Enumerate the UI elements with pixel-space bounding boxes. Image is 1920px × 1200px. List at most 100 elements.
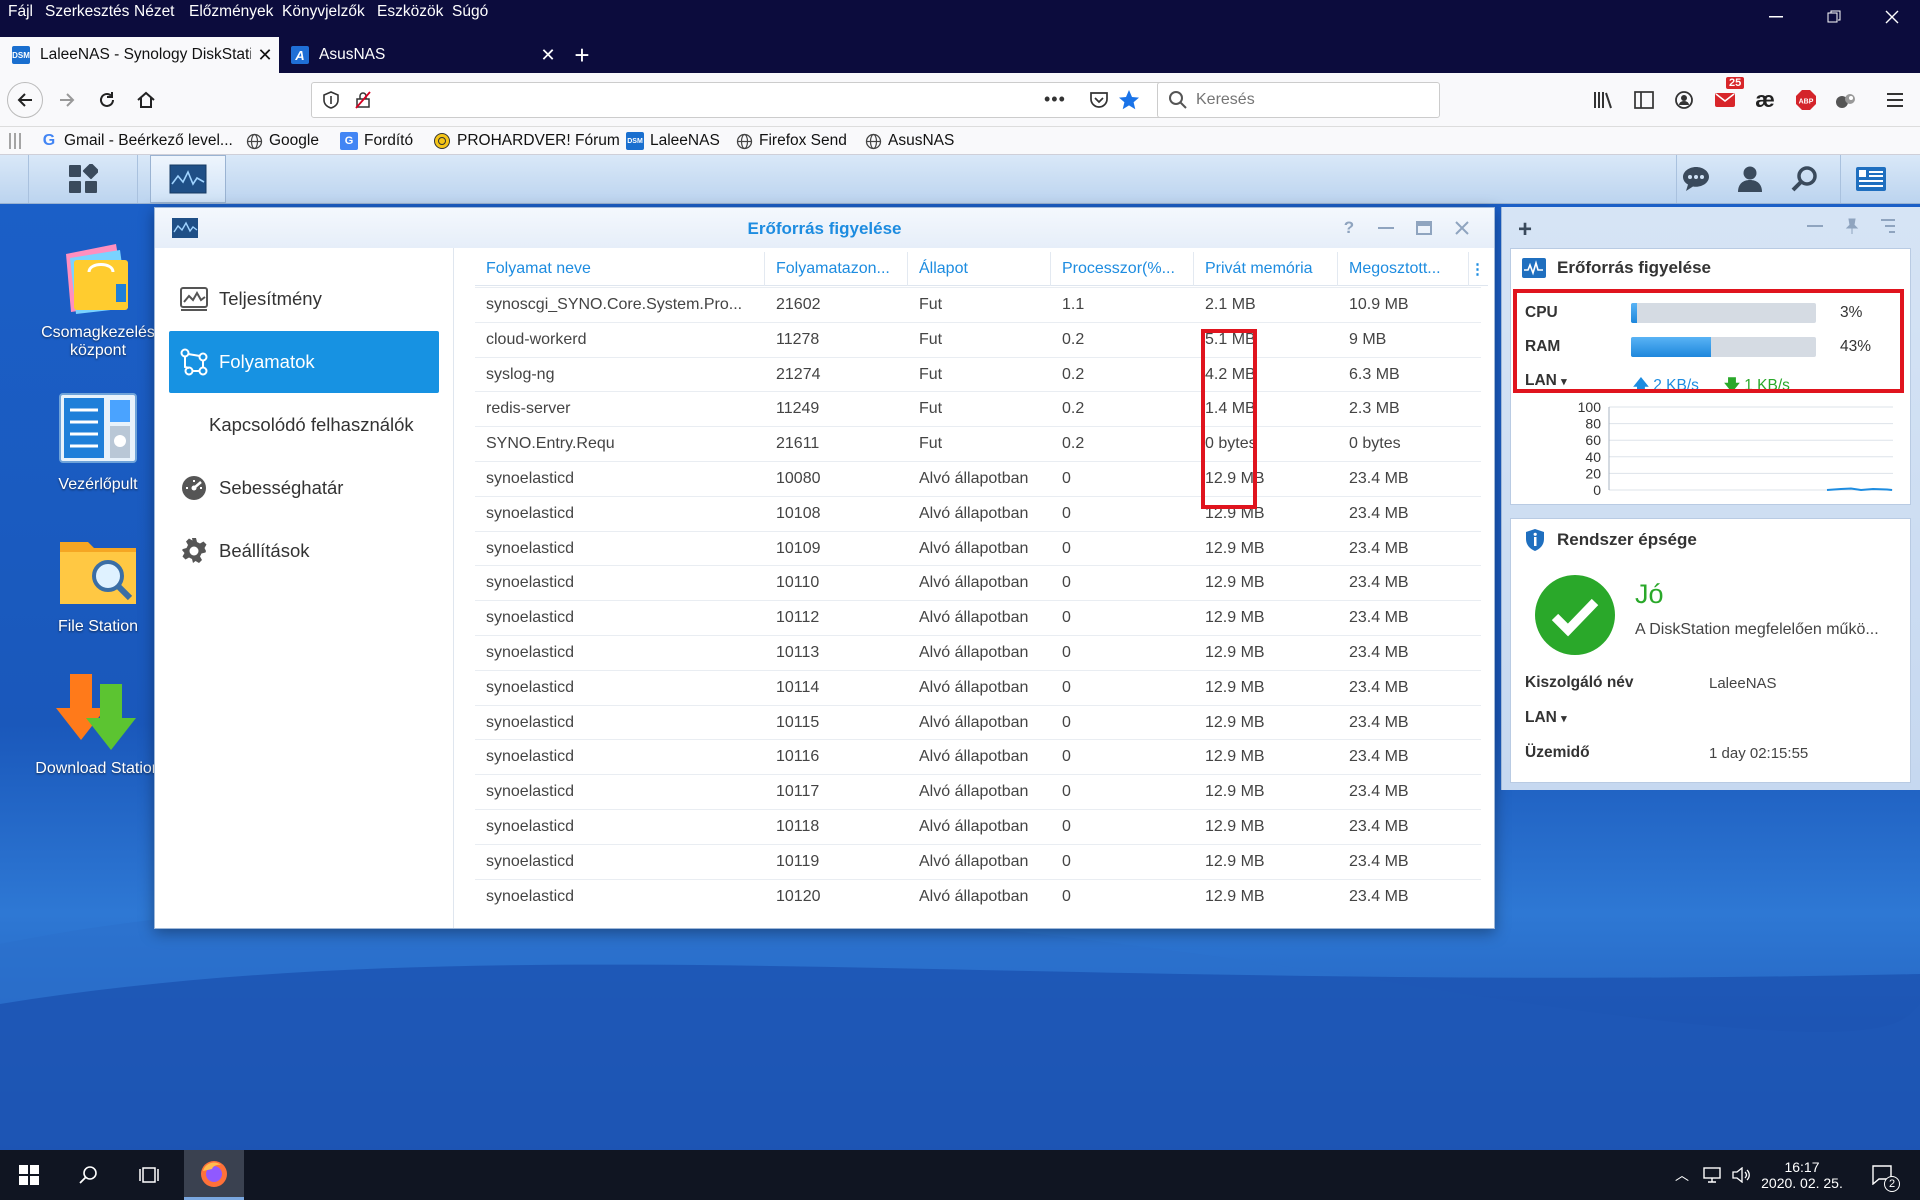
bookmark-star-icon[interactable] [1118, 89, 1140, 111]
column-header-private-memory[interactable]: Privát memória [1194, 252, 1338, 286]
library-button[interactable] [1587, 83, 1621, 117]
table-row[interactable]: synoelasticd 10080 Alvó állapotban 0 12.9 MB… [475, 461, 1481, 496]
pin-icon[interactable] [1843, 217, 1861, 235]
user-button[interactable] [1731, 155, 1769, 203]
column-options-icon[interactable]: ⋮ [1470, 260, 1485, 278]
table-row[interactable]: synoscgi_SYNO.Core.System.Pro... 21602 Fut… [475, 287, 1481, 322]
desktop-icon-file-station[interactable]: File Station [28, 528, 168, 636]
desktop-icon-control-panel[interactable]: Vezérlőpult [28, 386, 168, 494]
sidebar-item-speed-limit[interactable]: Sebességhatár [169, 457, 439, 519]
widget-settings-icon[interactable] [1879, 217, 1897, 235]
table-row[interactable]: synoelasticd 10114 Alvó állapotban 0 12.9 MB… [475, 669, 1481, 705]
volume-icon[interactable] [1728, 1150, 1754, 1200]
table-row[interactable]: synoelasticd 10110 Alvó állapotban 0 12.9 MB… [475, 565, 1481, 600]
forward-button[interactable] [50, 83, 84, 117]
close-icon[interactable] [1450, 217, 1474, 239]
tab-asusnas[interactable]: A AsusNAS ✕ [279, 37, 562, 73]
close-tab-icon[interactable]: ✕ [534, 45, 562, 66]
sidebar-button[interactable] [1627, 83, 1661, 117]
minimize-icon[interactable] [1807, 219, 1823, 233]
sidebar-item-processes[interactable]: Folyamatok [169, 331, 439, 393]
search-input[interactable] [1196, 91, 1416, 109]
bookmark-asusnas[interactable]: AsusNAS [864, 127, 954, 155]
bookmark-prohardver[interactable]: PROHARDVER! Fórum [433, 127, 620, 155]
bookmark-firefox-send[interactable]: Firefox Send [735, 127, 847, 155]
reload-button[interactable] [90, 83, 124, 117]
minimize-window-button[interactable] [1747, 0, 1805, 34]
new-tab-button[interactable]: + [566, 37, 598, 73]
table-row[interactable]: synoelasticd 10116 Alvó állapotban 0 12.9 MB… [475, 739, 1481, 774]
url-bar[interactable]: ••• [311, 82, 1172, 118]
table-row[interactable]: synoelasticd 10118 Alvó állapotban 0 12.9 MB… [475, 809, 1481, 844]
search-bar[interactable] [1157, 82, 1440, 118]
page-actions-icon[interactable]: ••• [1044, 89, 1066, 110]
table-row[interactable]: synoelasticd 10119 Alvó állapotban 0 12.9 MB… [475, 843, 1481, 879]
clock[interactable]: 16:17 2020. 02. 25. [1760, 1150, 1844, 1200]
main-menu-button[interactable] [28, 155, 138, 203]
resource-monitor-taskbar-button[interactable] [150, 155, 226, 203]
insecure-lock-icon[interactable] [354, 91, 372, 109]
menu-file[interactable]: Fájl [8, 3, 33, 21]
menu-view[interactable]: Nézet [134, 3, 175, 21]
pocket-icon[interactable] [1089, 91, 1109, 109]
menu-help[interactable]: Súgó [452, 3, 488, 21]
extension-icon[interactable] [1829, 83, 1863, 117]
column-header-process-name[interactable]: Folyamat neve [475, 252, 765, 286]
bookmark-google[interactable]: Google [245, 127, 319, 155]
help-icon[interactable]: ? [1337, 217, 1361, 239]
notifications-button[interactable] [1676, 155, 1714, 203]
home-button[interactable] [129, 83, 163, 117]
app-menu-button[interactable] [1878, 83, 1912, 117]
desktop-icon-download-station[interactable]: Download Station [28, 670, 168, 778]
tab-laleenas[interactable]: DSM LaleeNAS - Synology DiskStation ✕ [0, 37, 279, 73]
table-row[interactable]: cloud-workerd 11278 Fut 0.2 5.1 MB 9 MB [475, 321, 1481, 357]
table-row[interactable]: syslog-ng 21274 Fut 0.2 4.2 MB 6.3 MB [475, 356, 1481, 392]
table-row[interactable]: synoelasticd 10117 Alvó állapotban 0 12.9 MB… [475, 774, 1481, 809]
task-view-button[interactable] [124, 1150, 176, 1200]
sidebar-item-performance[interactable]: Teljesítmény [169, 268, 439, 330]
start-button[interactable] [0, 1150, 58, 1200]
column-header-status[interactable]: Állapot [908, 252, 1051, 286]
firefox-taskbar-button[interactable] [184, 1150, 244, 1200]
bookmark-laleenas[interactable]: DSM LaleeNAS [626, 127, 720, 155]
column-header-process-id[interactable]: Folyamatazon... [765, 252, 908, 286]
shield-icon[interactable] [322, 91, 340, 109]
lan-dropdown[interactable]: LAN ▾ [1525, 709, 1567, 727]
bookmark-translate[interactable]: G Fordító [340, 127, 413, 155]
account-button[interactable] [1667, 83, 1701, 117]
table-row[interactable]: synoelasticd 10115 Alvó állapotban 0 12.9 MB… [475, 704, 1481, 740]
mail-extension-button[interactable]: 25 [1708, 77, 1745, 117]
adblock-plus-icon[interactable]: ABP [1789, 83, 1823, 117]
table-row[interactable]: synoelasticd 10113 Alvó állapotban 0 12.9 MB… [475, 635, 1481, 670]
menu-tools[interactable]: Eszközök [377, 3, 443, 21]
close-tab-icon[interactable]: ✕ [251, 45, 279, 66]
table-row[interactable]: SYNO.Entry.Requ 21611 Fut 0.2 0 bytes 0 bytes [475, 426, 1481, 461]
table-row[interactable]: redis-server 11249 Fut 0.2 1.4 MB 2.3 MB [475, 391, 1481, 426]
menu-bookmarks[interactable]: Könyvjelzők [282, 3, 365, 21]
window-header[interactable]: Erőforrás figyelése ? [155, 208, 1494, 248]
minimize-icon[interactable] [1374, 217, 1398, 239]
back-button[interactable] [7, 82, 43, 118]
search-button[interactable] [1786, 155, 1824, 203]
network-icon[interactable] [1700, 1150, 1726, 1200]
ae-extension-icon[interactable]: æ [1748, 83, 1782, 117]
action-center-button[interactable]: 2 [1862, 1150, 1902, 1200]
bookmark-gmail[interactable]: G Gmail - Beérkező level... [40, 127, 233, 155]
add-widget-icon[interactable]: + [1518, 216, 1532, 244]
column-header-shared-memory[interactable]: Megosztott... [1338, 252, 1469, 286]
desktop-icon-package-center[interactable]: Csomagkezelés központ [28, 234, 168, 360]
table-row[interactable]: synoelasticd 10108 Alvó állapotban 0 12.9 MB… [475, 495, 1481, 531]
menu-history[interactable]: Előzmények [189, 3, 273, 21]
search-button[interactable] [62, 1150, 114, 1200]
table-row[interactable]: synoelasticd 10109 Alvó állapotban 0 12.9 MB… [475, 530, 1481, 566]
sidebar-item-settings[interactable]: Beállítások [169, 520, 439, 582]
menu-edit[interactable]: Szerkesztés [45, 3, 129, 21]
close-window-button[interactable] [1863, 0, 1920, 34]
table-row[interactable]: synoelasticd 10112 Alvó állapotban 0 12.9 MB… [475, 600, 1481, 635]
restore-window-button[interactable] [1805, 0, 1863, 34]
table-row[interactable]: synoelasticd 10120 Alvó állapotban 0 12.9 MB… [475, 878, 1481, 914]
widgets-button[interactable] [1840, 155, 1900, 203]
column-header-cpu[interactable]: Processzor(%... [1051, 252, 1194, 286]
sidebar-item-connected-users[interactable]: Kapcsolódó felhasználók [169, 394, 439, 456]
chevron-up-icon[interactable]: ︿ [1671, 1150, 1693, 1200]
